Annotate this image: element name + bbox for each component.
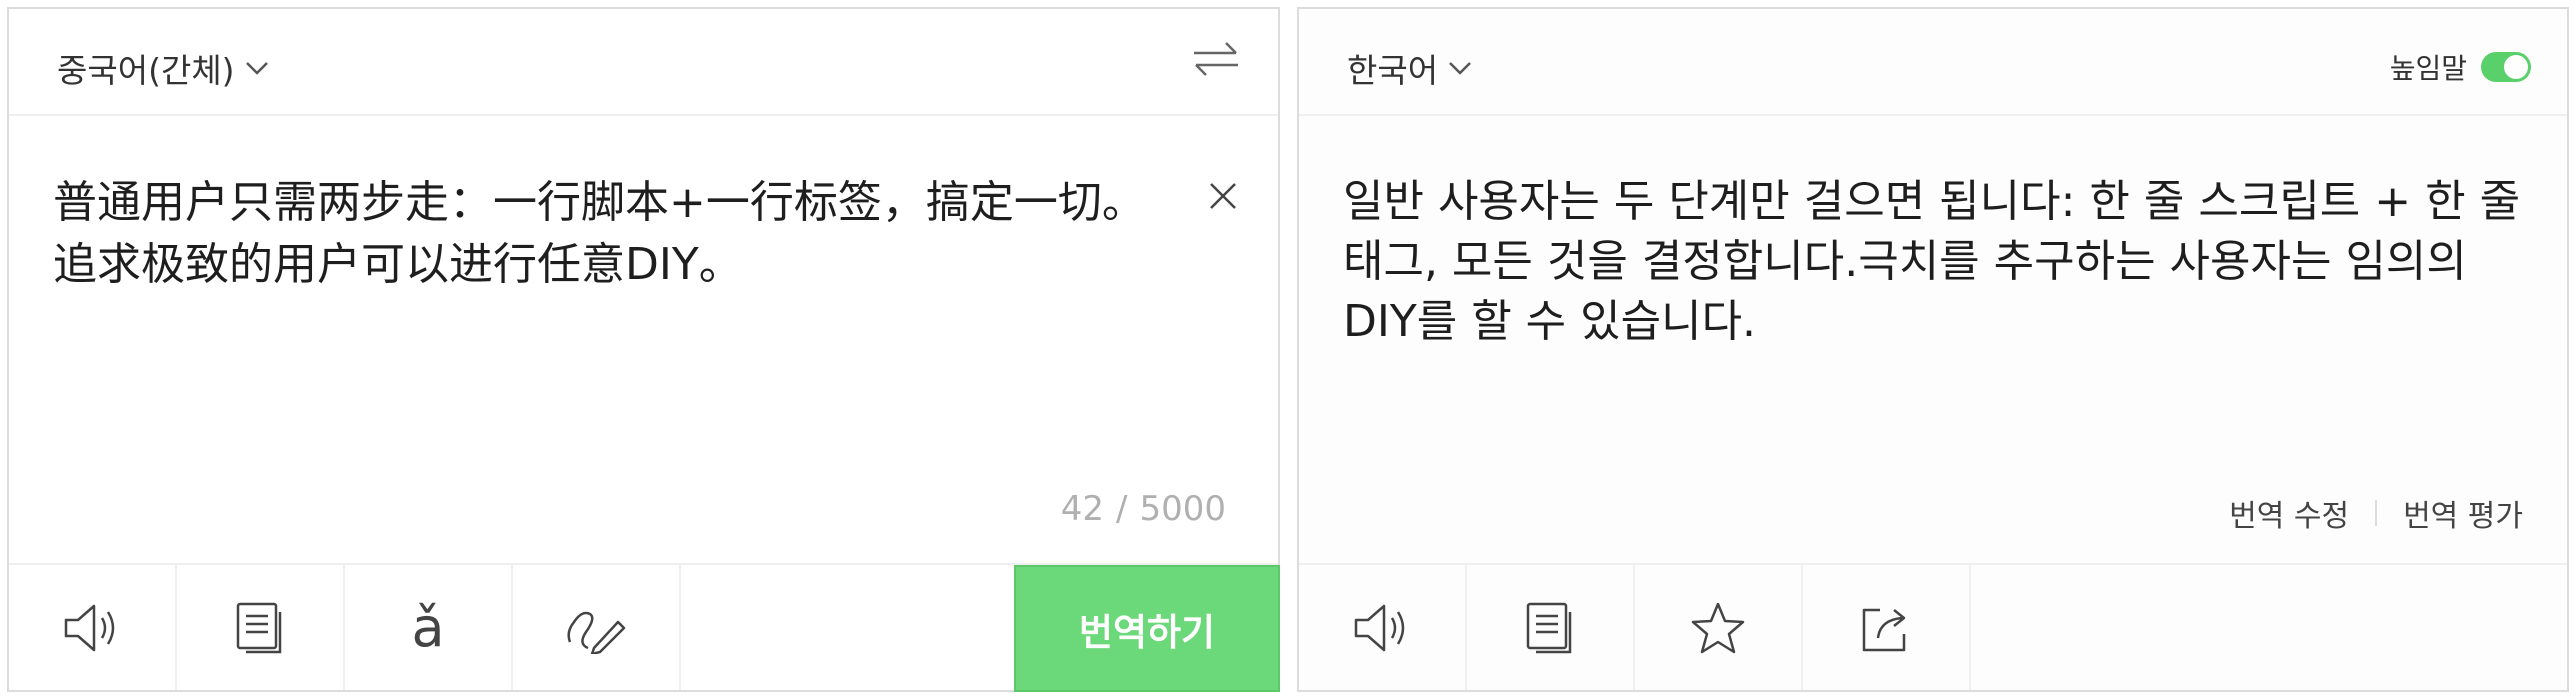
char-count-separator: /	[1116, 489, 1128, 529]
speaker-icon	[62, 602, 122, 654]
source-header: 중국어(간체)	[9, 9, 1278, 116]
source-listen-button[interactable]	[9, 565, 177, 690]
character-count: 42 / 5000	[1055, 489, 1232, 529]
char-count-current: 42	[1060, 489, 1104, 529]
edit-translation-link[interactable]: 번역 수정	[2229, 491, 2349, 535]
target-listen-button[interactable]	[1299, 565, 1467, 690]
share-icon	[1858, 602, 1914, 654]
char-count-limit: 5000	[1139, 489, 1226, 529]
target-copy-button[interactable]	[1467, 565, 1635, 690]
chevron-down-icon	[245, 60, 269, 76]
translation-feedback: 번역 수정 번역 평가	[2229, 491, 2523, 535]
speaker-icon	[1352, 602, 1412, 654]
source-toolbar: ǎ 번역하기	[9, 563, 1280, 692]
source-panel: 중국어(간체) 普通用户只需两步走：一行脚本+一行标签，搞定一切。追求极致的用户…	[7, 7, 1280, 692]
copy-icon	[1524, 600, 1576, 656]
target-toolbar	[1299, 563, 2567, 690]
target-language-label: 한국어	[1347, 51, 1439, 90]
target-panel: 한국어 높임말 일반 사용자는 두 단계만 걸으면 됩니다: 한 줄 스크립트 …	[1297, 7, 2569, 692]
honorific-setting: 높임말	[2390, 47, 2531, 87]
divider	[2375, 500, 2378, 526]
close-icon[interactable]	[1208, 181, 1238, 211]
translate-button[interactable]: 번역하기	[1014, 565, 1280, 692]
rate-translation-link[interactable]: 번역 평가	[2403, 491, 2523, 535]
target-language-select[interactable]: 한국어	[1347, 44, 1472, 92]
favorite-button[interactable]	[1635, 565, 1803, 690]
source-copy-button[interactable]	[177, 565, 345, 690]
honorific-label: 높임말	[2389, 52, 2467, 85]
copy-icon	[234, 600, 286, 656]
handwriting-button[interactable]	[513, 565, 681, 690]
source-language-label: 중국어(간체)	[57, 51, 235, 90]
swap-languages-icon[interactable]	[1192, 39, 1240, 79]
translation-output: 일반 사용자는 두 단계만 걸으면 됩니다: 한 줄 스크립트 + 한 줄 태그…	[1343, 176, 2521, 347]
pinyin-button[interactable]: ǎ	[345, 565, 513, 690]
source-text-input[interactable]: 普通用户只需两步走：一行脚本+一行标签，搞定一切。追求极致的用户可以进行任意DI…	[53, 172, 1153, 296]
toggle-knob	[2504, 55, 2528, 79]
pinyin-icon: ǎ	[411, 595, 445, 659]
star-icon	[1690, 601, 1746, 655]
source-language-select[interactable]: 중국어(간체)	[57, 44, 269, 92]
honorific-toggle[interactable]	[2481, 52, 2531, 82]
target-header: 한국어 높임말	[1299, 9, 2567, 116]
share-button[interactable]	[1803, 565, 1971, 690]
chevron-down-icon	[1448, 60, 1472, 76]
handwriting-icon	[564, 602, 628, 654]
